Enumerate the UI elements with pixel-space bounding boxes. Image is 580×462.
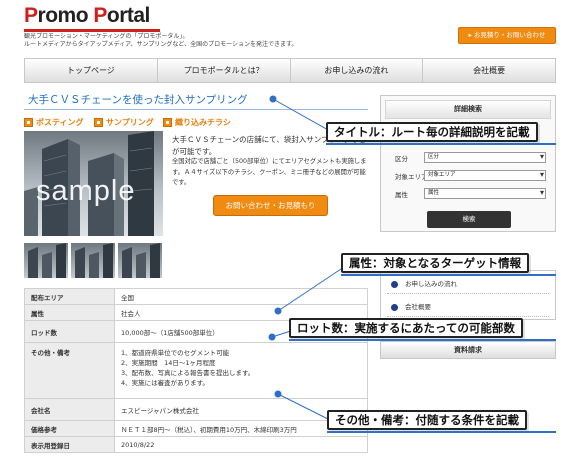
spec-key: 会社名	[24, 398, 115, 421]
side-link-flow[interactable]: お申し込みの流れ	[387, 275, 549, 294]
logo-letter: P	[24, 4, 38, 27]
side-links: お申し込みの流れ 会社概要	[380, 270, 556, 320]
spec-value: 全国	[114, 288, 368, 305]
listing-description-sub: 全国対応で店舗ごと（500部単位）にてエリアセグメントも実施します。Ａ４サイズ以…	[172, 158, 367, 186]
main-photo: sample	[24, 131, 163, 236]
request-materials-button[interactable]: 資料請求	[380, 341, 556, 359]
logo-text: romo	[37, 4, 94, 27]
table-row: 価格参考 ＮＥＴ１部8円〜（税込）、初期費用10万円、木綿印刷3万円	[24, 420, 368, 437]
table-row: 配布エリア 全国	[24, 288, 368, 305]
tagline-line: 観光プロモーション・マーケティングの「プロモポータル」。	[24, 33, 189, 40]
category-label: 織り込みチラシ	[175, 117, 231, 127]
annotation-underline	[326, 143, 556, 145]
nav-item-about[interactable]: プロモポータルとは？	[158, 59, 291, 82]
tagline: 観光プロモーション・マーケティングの「プロモポータル」。 ルートメディアからタイ…	[24, 33, 344, 49]
logo-text: ortal	[106, 4, 151, 27]
search-field-label: 対象エリア	[395, 173, 428, 181]
thumbnail-image	[122, 243, 160, 278]
category-select[interactable]: 区分	[424, 152, 546, 163]
table-row: その他・備考 1、都道府県単位でのセグメント可能 2、実施期間 14日〜1ヶ月程…	[24, 342, 368, 399]
spec-value: 2010/8/22	[114, 436, 368, 453]
category-label: サンプリング	[106, 117, 154, 127]
category-tag[interactable]: サンプリング	[94, 116, 154, 128]
search-field-row: 属性 属性	[391, 188, 546, 199]
annotation-lot: ロット数：実施するにあたっての可能部数	[289, 318, 523, 338]
table-row: 表示用登録日 2010/8/22	[24, 436, 368, 453]
search-heading: 詳細検索	[385, 100, 551, 119]
annotation-underline	[341, 274, 556, 276]
page: { "header": { "logo_part1": "P", "logo_p…	[0, 0, 580, 462]
attribute-select[interactable]: 属性	[424, 188, 546, 199]
search-button[interactable]: 検索	[427, 211, 511, 228]
detail-search-panel: 詳細検索 区分 区分 対象エリア 対象エリア 属性 属性 検索	[380, 95, 556, 232]
annotation-underline	[327, 431, 556, 433]
spec-value-line: 4、実施には審査があります。	[121, 379, 209, 387]
annotation-other: その他・備考：付随する条件を記載	[327, 410, 527, 430]
spec-key: 表示用登録日	[24, 436, 115, 453]
listing-title: 大手ＣＶＳチェーンを使った封入サンプリング	[28, 94, 248, 106]
area-select[interactable]: 対象エリア	[424, 170, 546, 181]
thumbnail[interactable]	[118, 243, 162, 278]
annotation-title: タイトル：ルート毎の詳細説明を記載	[326, 122, 538, 142]
table-row: 会社名 エスピージャパン株式会社	[24, 398, 368, 421]
category-tag[interactable]: ポスティング	[24, 116, 84, 128]
logo-underline	[24, 29, 160, 32]
category-icon	[163, 117, 172, 127]
spec-table: 配布エリア 全国 属性 社会人 ロッド数 10,000部〜（1店舗500部単位） その…	[24, 288, 368, 453]
search-field-label: 属性	[395, 191, 408, 199]
category-icon	[94, 117, 103, 127]
thumbnail[interactable]	[71, 243, 115, 278]
annotation-attribute: 属性：対象となるターゲット情報	[341, 253, 530, 273]
spec-value-line: 1、都道府県単位でのセグメント可能	[121, 349, 230, 357]
search-field-row: 区分 区分	[391, 152, 546, 163]
contact-button-label: お見積り・お問い合わせ	[473, 31, 546, 39]
nav-item-flow[interactable]: お申し込みの流れ	[291, 59, 424, 82]
spec-value: 1、都道府県単位でのセグメント可能 2、実施期間 14日〜1ヶ月程度 3、配布数…	[114, 342, 368, 399]
nav-item-top[interactable]: トップページ	[25, 59, 158, 82]
annotation-underline	[289, 339, 556, 341]
search-field-row: 対象エリア 対象エリア	[391, 170, 546, 181]
spec-value-line: 2、実施期間 14日〜1ヶ月程度	[121, 359, 216, 367]
category-icon	[24, 117, 33, 127]
main-nav: トップページ プロモポータルとは？ お申し込みの流れ 会社概要	[24, 58, 556, 83]
spec-key: 価格参考	[24, 420, 115, 437]
side-link-company[interactable]: 会社概要	[387, 298, 549, 317]
spec-key: 属性	[24, 304, 115, 321]
category-tag[interactable]: 織り込みチラシ	[163, 116, 231, 128]
thumbnail-image	[75, 243, 113, 278]
nav-item-company[interactable]: 会社概要	[423, 59, 555, 82]
thumbnail[interactable]	[24, 243, 68, 278]
category-label: ポスティング	[36, 117, 84, 127]
spec-key: 配布エリア	[24, 288, 115, 305]
spec-key: その他・備考	[24, 342, 115, 399]
search-field-label: 区分	[395, 155, 408, 163]
inquiry-button[interactable]: お問い合わせ・お見積もり	[213, 195, 328, 216]
tagline-line: ルートメディアからタイアップメディア、サンプリングなど、全国のプロモーションを発…	[24, 41, 298, 48]
sample-watermark: sample	[36, 175, 136, 207]
thumbnail-image	[28, 243, 66, 278]
logo[interactable]: Promo Portal	[24, 4, 150, 28]
spec-value-line: 3、配布数、写真による報告書を提出します。	[121, 369, 255, 377]
spec-key: ロッド数	[24, 320, 115, 343]
logo-letter: P	[93, 4, 107, 27]
title-divider	[24, 109, 368, 110]
contact-button[interactable]: ▸ お見積り・お問い合わせ	[458, 27, 556, 44]
